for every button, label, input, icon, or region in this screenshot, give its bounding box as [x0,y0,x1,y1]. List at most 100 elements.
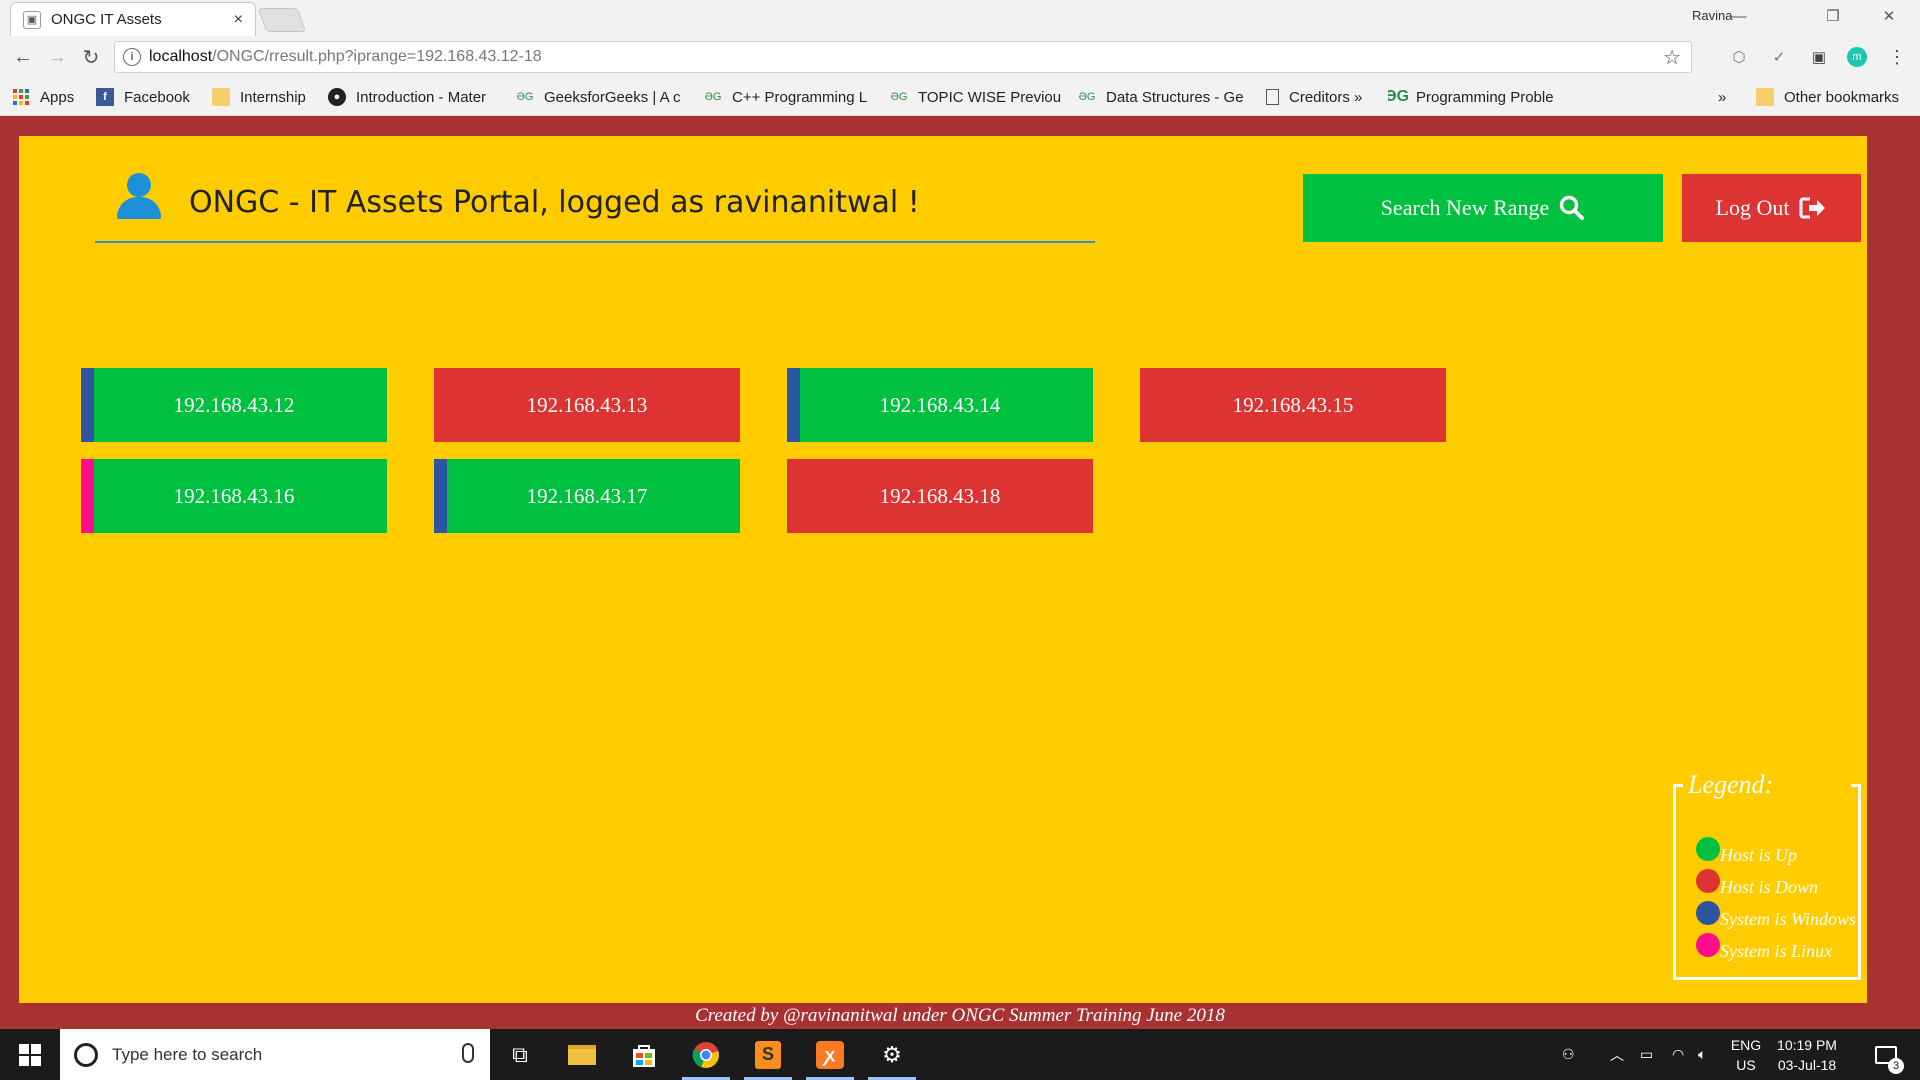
url-path: /ONGC/rresult.php?iprange=192.168.43.12-… [212,48,542,65]
host-tile-14[interactable]: 192.168.43.14 [787,368,1093,442]
facebook-icon: f [96,88,114,106]
user-icon [115,173,163,223]
bookmarks-more-button[interactable]: » [1718,87,1726,107]
host-ip-label: 192.168.43.18 [879,483,1001,508]
bookmark-programming-problems[interactable]: ƏG Programming Proble [1388,87,1560,107]
xampp-icon[interactable]: ꭗ [800,1029,860,1080]
gfg-icon: ƏG [890,91,908,103]
extension-cube-icon[interactable]: ⬡ [1728,46,1750,68]
gfg-logo-icon: ƏG [1388,88,1410,105]
browser-title-bar: ▣ ONGC IT Assets × Ravina — ❐ ✕ [0,0,1920,36]
store-icon[interactable] [614,1029,674,1080]
green-dot-icon [1696,837,1720,861]
start-button[interactable] [0,1029,60,1080]
tab-title: ONGC IT Assets [51,11,162,28]
extension-check-icon[interactable]: ✓ [1768,46,1790,68]
red-dot-icon [1696,869,1720,893]
more-icon: » [1718,88,1727,106]
settings-gear-icon[interactable]: ⚙ [862,1029,922,1080]
legend-label: Host is Up [1720,844,1798,865]
gfg-icon: ƏG [516,91,534,103]
bookmark-apps[interactable]: Apps [12,87,74,107]
browser-tab[interactable]: ▣ ONGC IT Assets × [10,2,256,36]
sublime-text-icon[interactable]: S [738,1029,798,1080]
new-tab-button[interactable] [257,8,307,32]
host-tile-17[interactable]: 192.168.43.17 [434,459,740,533]
search-button-label: Search New Range [1380,195,1550,220]
back-icon[interactable]: ← [10,44,36,70]
bookmark-label: Facebook [124,88,190,106]
info-icon[interactable]: i [123,48,141,66]
host-ip-label: 192.168.43.14 [879,392,1001,417]
extension-m-icon[interactable]: m [1846,46,1868,68]
wifi-icon[interactable]: ◠ [1672,1029,1684,1080]
host-tile-18[interactable]: 192.168.43.18 [787,459,1093,533]
clock-time: 10:19 PM [1777,1037,1837,1053]
bookmark-geeksforgeeks[interactable]: ƏG GeeksforGeeks | A c [516,87,688,107]
portal-panel: ONGC - IT Assets Portal, logged as ravin… [19,136,1867,1003]
host-ip-label: 192.168.43.13 [526,392,648,417]
system-clock[interactable]: 10:19 PM 03-Jul-18 [1762,1035,1852,1075]
battery-icon[interactable]: ▭ [1640,1029,1653,1080]
bookmark-data-structures[interactable]: ƏG Data Structures - Ge [1078,87,1248,107]
pink-dot-icon [1696,933,1720,957]
host-tile-12[interactable]: 192.168.43.12 [81,368,387,442]
apps-grid-icon [12,88,30,106]
reload-icon[interactable]: ↻ [78,44,104,70]
bookmarks-bar: Apps f Facebook Internship ● Introductio… [0,78,1920,116]
file-explorer-icon[interactable] [552,1029,612,1080]
page-background: ONGC - IT Assets Portal, logged as ravin… [0,116,1920,1029]
bookmark-other-bookmarks[interactable]: Other bookmarks [1756,87,1899,107]
chrome-taskbar-icon[interactable] [676,1029,736,1080]
search-new-range-button[interactable]: Search New Range [1303,174,1663,242]
menu-kebab-icon[interactable]: ⋮ [1886,46,1908,68]
host-tile-13[interactable]: 192.168.43.13 [434,368,740,442]
footer-credit: Created by @ravinanitwal under ONGC Summ… [695,1005,1225,1026]
clock-date: 03-Jul-18 [1777,1057,1837,1073]
sign-out-icon [1799,197,1826,219]
task-view-icon[interactable]: ⧉ [490,1029,550,1080]
microphone-icon[interactable] [462,1043,474,1063]
legend-label: Host is Down [1720,876,1819,897]
folder-icon [212,88,230,106]
bookmark-label: GeeksforGeeks | A c [544,88,681,106]
close-window-icon[interactable]: ✕ [1866,0,1912,32]
bookmark-label: Other bookmarks [1784,88,1900,106]
legend-title: Legend: [1686,770,1776,800]
show-hidden-icons-chevron[interactable]: ︿ [1610,1029,1624,1080]
legend-box: Legend: Host is Up Host is Down System i… [1673,770,1861,980]
people-icon[interactable]: ⚇ [1562,1029,1575,1080]
linux-os-stripe [81,459,94,533]
bookmark-introduction[interactable]: ● Introduction - Mater [328,87,498,107]
address-bar[interactable]: i localhost/ONGC/rresult.php?iprange=192… [114,41,1692,73]
log-out-button[interactable]: Log Out [1682,174,1861,242]
windows-taskbar: Type here to search ⧉ S ꭗ ⚙ ⚇ ︿ ▭ ◠ 🔈︎ E… [0,1029,1920,1080]
bookmark-internship[interactable]: Internship [212,87,316,107]
host-tile-15[interactable]: 192.168.43.15 [1140,368,1446,442]
host-tile-16[interactable]: 192.168.43.16 [81,459,387,533]
action-center-icon[interactable]: 3 [1866,1029,1906,1080]
minimize-icon[interactable]: — [1716,0,1762,32]
bookmark-label: C++ Programming L [732,88,868,106]
bookmark-label: Data Structures - Ge [1106,88,1244,106]
bookmark-facebook[interactable]: f Facebook [96,87,200,107]
bookmark-cpp-programming[interactable]: ƏG C++ Programming L [704,87,874,107]
volume-icon[interactable]: 🔈︎ [1698,1029,1706,1080]
bookmark-label: Introduction - Mater [356,88,487,106]
extension-image-icon[interactable]: ▣ [1808,46,1830,68]
tab-close-icon[interactable]: × [234,11,243,29]
host-ip-label: 192.168.43.15 [1232,392,1354,417]
legend-label: System is Linux [1720,940,1832,961]
bookmark-star-icon[interactable]: ☆ [1663,45,1681,70]
bookmark-label: Internship [240,88,306,106]
bookmark-creditors[interactable]: Creditors » [1266,87,1380,107]
host-ip-label: 192.168.43.12 [173,392,295,417]
bookmark-topic-wise[interactable]: ƏG TOPIC WISE Previou [890,87,1062,107]
taskbar-search-box[interactable]: Type here to search [60,1029,490,1080]
cortana-icon [74,1042,98,1067]
legend-item-windows: System is Windows [1696,901,1856,932]
host-ip-label: 192.168.43.16 [173,483,295,508]
restore-icon[interactable]: ❐ [1810,0,1856,32]
forward-icon[interactable]: → [44,44,70,70]
windows-os-stripe [81,368,94,442]
